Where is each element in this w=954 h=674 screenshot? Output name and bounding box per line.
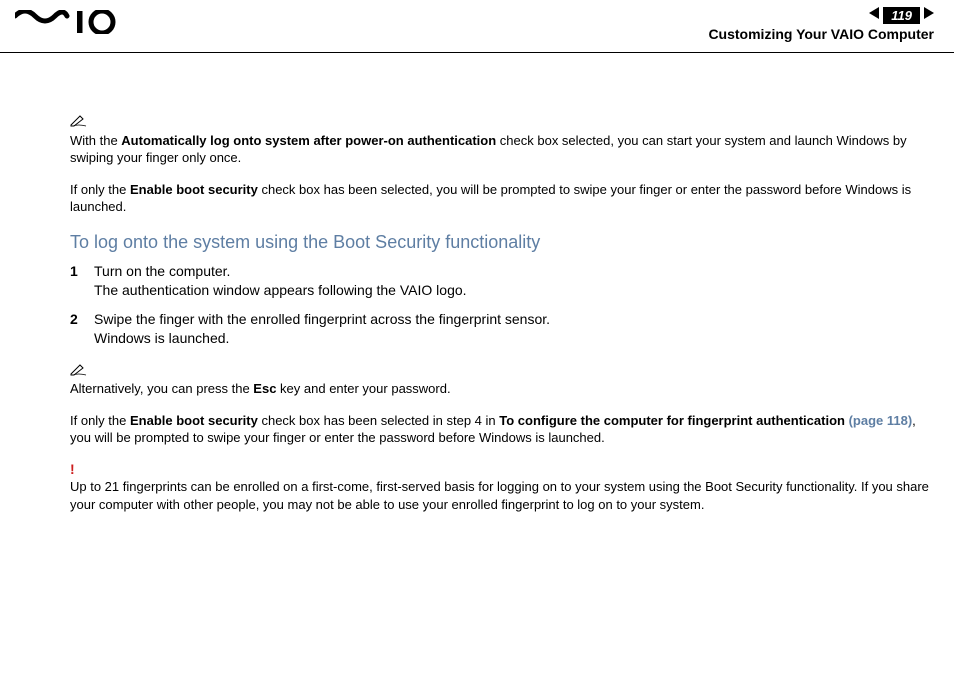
note-alt-esc: Alternatively, you can press the Esc key… (70, 362, 932, 398)
section-title: To log onto the system using the Boot Se… (70, 230, 932, 254)
page-content: With the Automatically log onto system a… (0, 53, 954, 513)
note-text: Alternatively, you can press the (70, 381, 253, 396)
note-if-only: If only the Enable boot security check b… (70, 412, 932, 447)
note-auto-logon: With the Automatically log onto system a… (70, 113, 932, 167)
step-number: 2 (70, 310, 94, 348)
prev-page-arrow[interactable] (869, 6, 879, 24)
note-text: key and enter your password. (276, 381, 450, 396)
pencil-icon (70, 362, 88, 381)
step-text: The authentication window appears follow… (94, 281, 932, 300)
page-link-118[interactable]: (page 118) (849, 413, 913, 428)
warning-icon: ! (70, 461, 75, 477)
step-text: Windows is launched. (94, 329, 932, 348)
pencil-icon (70, 113, 88, 132)
header-title: Customizing Your VAIO Computer (708, 26, 934, 42)
step-1: 1 Turn on the computer. The authenticati… (70, 262, 932, 300)
note-bold: Automatically log onto system after powe… (121, 133, 496, 148)
note-text: If only the (70, 182, 130, 197)
step-number: 1 (70, 262, 94, 300)
note-bold: Enable boot security (130, 182, 258, 197)
note-bold: Esc (253, 381, 276, 396)
vaio-logo (15, 10, 120, 39)
note-text: With the (70, 133, 121, 148)
note-text: check box has been selected in step 4 in (258, 413, 499, 428)
next-page-arrow[interactable] (924, 6, 934, 24)
step-2: 2 Swipe the finger with the enrolled fin… (70, 310, 932, 348)
step-text: Turn on the computer. (94, 262, 932, 281)
warning-text: Up to 21 fingerprints can be enrolled on… (70, 479, 929, 512)
note-bold: To configure the computer for fingerprin… (499, 413, 848, 428)
note-text: If only the (70, 413, 130, 428)
note-enable-boot: If only the Enable boot security check b… (70, 181, 932, 216)
warning-note: ! Up to 21 fingerprints can be enrolled … (70, 461, 932, 514)
step-list: 1 Turn on the computer. The authenticati… (70, 262, 932, 348)
page-nav: 119 (708, 6, 934, 24)
step-text: Swipe the finger with the enrolled finge… (94, 310, 932, 329)
page-header: 119 Customizing Your VAIO Computer (0, 0, 954, 53)
page-number: 119 (883, 7, 920, 24)
note-bold: Enable boot security (130, 413, 258, 428)
